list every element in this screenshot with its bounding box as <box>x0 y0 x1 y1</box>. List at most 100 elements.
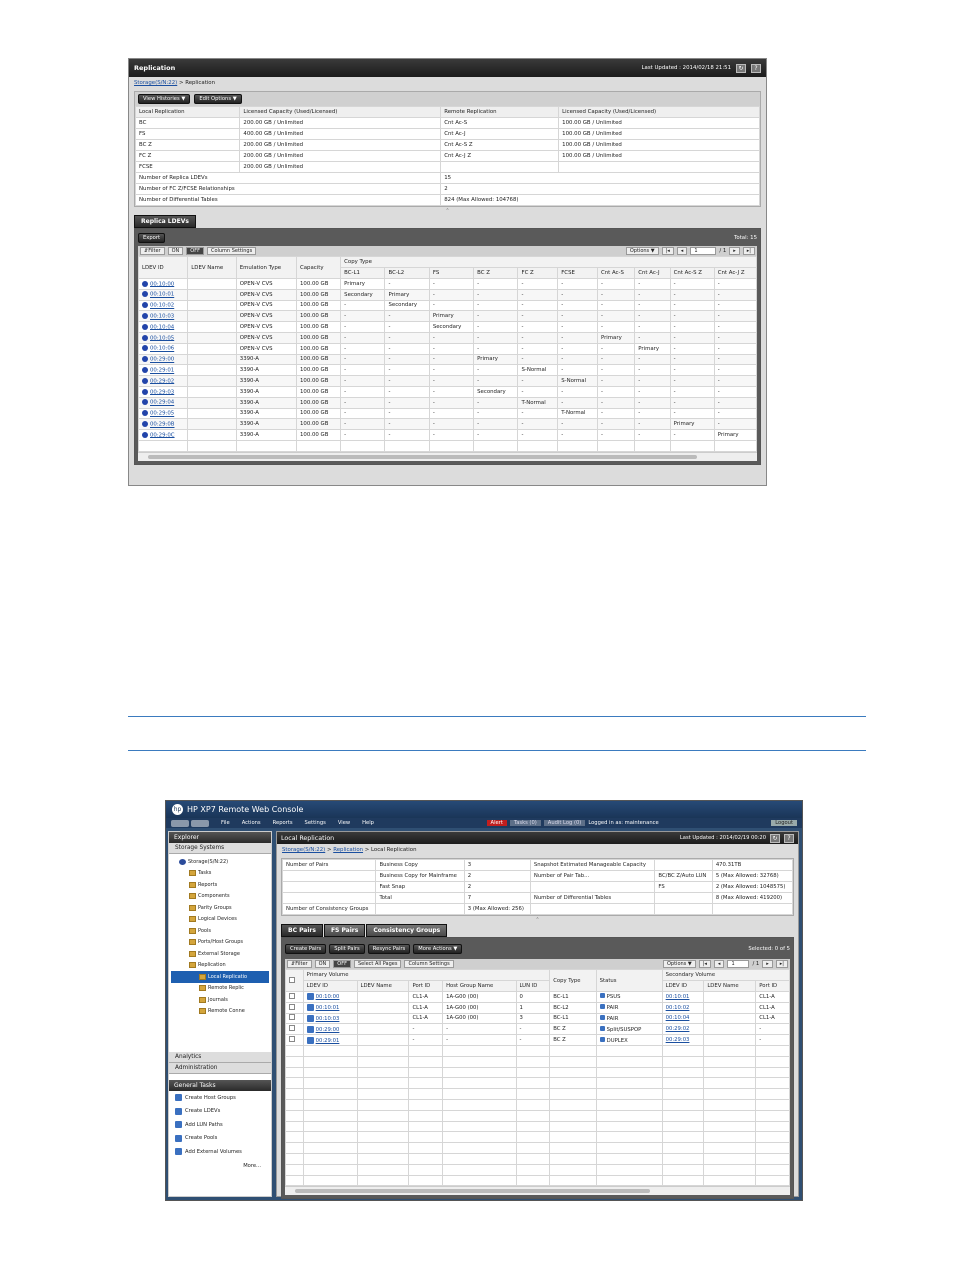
tab-consistency-groups[interactable]: Consistency Groups <box>366 924 448 937</box>
general-task-item[interactable]: Create LDEVs <box>169 1105 271 1119</box>
view-histories-button[interactable]: View Histories ▼ <box>138 94 191 104</box>
table-cell[interactable]: 00:10:03 <box>302 1012 358 1025</box>
checkbox[interactable] <box>289 1014 295 1021</box>
menu-actions[interactable]: Actions <box>242 820 261 826</box>
ldev-id-link[interactable]: 00:29:05 <box>150 411 174 417</box>
ldev-id-cell[interactable]: 00:29:0C <box>137 429 189 441</box>
edit-options-button[interactable]: Edit Options ▼ <box>194 94 242 104</box>
row-checkbox-cell[interactable] <box>285 1023 304 1036</box>
ldev-id-cell[interactable]: 00:29:01 <box>137 364 189 377</box>
next-page-icon[interactable]: ▸ <box>762 960 773 968</box>
table-cell[interactable]: 00:10:00 <box>302 991 358 1003</box>
ldev-id-link[interactable]: 00:29:0B <box>150 422 174 428</box>
filter-button[interactable]: ⇵Filter <box>287 960 312 968</box>
page-input[interactable]: 1 <box>727 960 750 968</box>
ldev-id-cell[interactable]: 00:29:00 <box>137 353 189 366</box>
logout-button[interactable]: Logout <box>771 820 797 826</box>
ldev-id-link[interactable]: 00:10:03 <box>316 1016 340 1022</box>
refresh-icon[interactable]: ↻ <box>736 63 746 73</box>
column-header[interactable]: BC-L1 <box>340 267 386 279</box>
column-header[interactable]: BC-L2 <box>384 267 430 279</box>
column-header[interactable]: Capacity <box>295 256 342 279</box>
page-input[interactable]: 1 <box>690 247 717 255</box>
checkbox[interactable] <box>289 976 295 983</box>
tree-item[interactable]: Pools <box>171 925 269 937</box>
table-cell[interactable]: 00:29:03 <box>661 1034 705 1046</box>
column-header[interactable]: LDEV Name <box>356 980 410 992</box>
action-button-0[interactable]: Create Pairs <box>285 944 327 954</box>
tree-item[interactable]: Journals <box>171 994 269 1006</box>
last-page-icon[interactable]: ▸| <box>742 247 755 255</box>
administration-header[interactable]: Administration <box>169 1063 271 1074</box>
table-cell[interactable]: 00:29:02 <box>661 1023 705 1036</box>
tree-item[interactable]: Reports <box>171 879 269 891</box>
ldev-id-cell[interactable]: 00:29:0B <box>137 418 189 431</box>
ldev-id-cell[interactable]: 00:10:02 <box>137 299 189 312</box>
ldev-id-link[interactable]: 00:10:02 <box>150 303 174 309</box>
table-cell[interactable]: 00:29:00 <box>302 1023 358 1036</box>
tree-item[interactable]: Logical Devices <box>171 914 269 926</box>
table-cell[interactable]: 00:10:01 <box>302 1001 358 1014</box>
collapse-arrow-icon[interactable]: ⌃ <box>129 209 766 214</box>
ldev-id-cell[interactable]: 00:29:03 <box>137 385 189 398</box>
ldev-id-cell[interactable]: 00:10:04 <box>137 321 189 333</box>
column-header[interactable]: LDEV ID <box>661 980 705 992</box>
ldev-id-link[interactable]: 00:29:04 <box>150 400 174 406</box>
column-header[interactable]: Cnt Ac-S <box>596 267 636 279</box>
column-header[interactable]: LDEV ID <box>137 256 189 279</box>
action-button-1[interactable]: Split Pairs <box>329 944 365 954</box>
alert-button[interactable]: Alert <box>486 820 507 826</box>
menu-reports[interactable]: Reports <box>273 820 293 826</box>
table-cell[interactable]: 00:10:02 <box>661 1001 705 1014</box>
general-task-item[interactable]: Create Pools <box>169 1132 271 1146</box>
ldev-id-link[interactable]: 00:10:05 <box>150 335 174 341</box>
options-button[interactable]: Options ▼ <box>662 960 696 968</box>
horizontal-scrollbar[interactable] <box>285 1186 790 1196</box>
table-cell[interactable]: 00:29:01 <box>302 1034 358 1046</box>
column-header[interactable]: LDEV Name <box>703 980 757 992</box>
row-checkbox-cell[interactable] <box>285 1012 304 1025</box>
filter-off-button[interactable]: OFF <box>333 960 351 968</box>
more-link[interactable]: More... <box>169 1159 271 1173</box>
filter-off-button[interactable]: OFF <box>186 247 204 255</box>
ldev-id-link[interactable]: 00:10:04 <box>666 1015 690 1021</box>
ldev-id-link[interactable]: 00:29:01 <box>150 368 174 374</box>
tree-item[interactable]: Storage(S/N:22) <box>171 856 269 868</box>
next-page-icon[interactable]: ▸ <box>729 247 740 255</box>
help-icon[interactable]: ? <box>784 833 794 843</box>
column-header[interactable]: Port ID <box>408 980 444 992</box>
ldev-id-link[interactable]: 00:29:03 <box>666 1037 690 1043</box>
tree-item[interactable]: Tasks <box>171 868 269 880</box>
ldev-id-link[interactable]: 00:10:00 <box>150 281 174 287</box>
row-checkbox-cell[interactable] <box>285 1001 304 1014</box>
tree-item[interactable]: Ports/Host Groups <box>171 937 269 949</box>
first-page-icon[interactable]: |◂ <box>698 960 711 968</box>
checkbox[interactable] <box>289 992 295 999</box>
column-header[interactable]: Emulation Type <box>235 256 297 279</box>
first-page-icon[interactable]: |◂ <box>661 247 674 255</box>
ldev-id-cell[interactable]: 00:10:01 <box>137 288 189 301</box>
ldev-id-link[interactable]: 00:10:01 <box>150 292 174 298</box>
horizontal-scrollbar[interactable] <box>138 451 757 461</box>
column-header[interactable]: FCSE <box>557 267 598 279</box>
collapse-arrow-icon[interactable]: ⌃ <box>277 918 798 923</box>
table-cell[interactable]: 00:10:01 <box>661 991 705 1003</box>
action-button-2[interactable]: Resync Pairs <box>367 944 411 954</box>
ldev-id-cell[interactable]: 00:29:04 <box>137 396 189 409</box>
column-settings-button[interactable]: Column Settings <box>404 960 454 968</box>
tree-item[interactable]: Remote Replic <box>171 983 269 995</box>
prev-page-icon[interactable]: ◂ <box>713 960 725 968</box>
export-button[interactable]: Export <box>138 233 165 243</box>
ldev-id-cell[interactable]: 00:10:05 <box>137 331 189 344</box>
ldev-id-cell[interactable]: 00:10:03 <box>137 310 189 323</box>
checkbox[interactable] <box>289 1025 295 1032</box>
checkbox[interactable] <box>289 1036 295 1043</box>
column-header[interactable]: LDEV Name <box>187 256 237 279</box>
filter-on-button[interactable]: ON <box>167 247 184 255</box>
breadcrumb-replication-link[interactable]: Replication <box>333 847 363 853</box>
ldev-id-link[interactable]: 00:10:01 <box>316 1005 340 1011</box>
tree-item[interactable]: Local Replicatio <box>171 971 269 983</box>
audit-log-button[interactable]: Audit Log (0) <box>543 820 586 826</box>
row-checkbox-cell[interactable] <box>285 991 304 1003</box>
back-icon[interactable] <box>171 819 189 827</box>
